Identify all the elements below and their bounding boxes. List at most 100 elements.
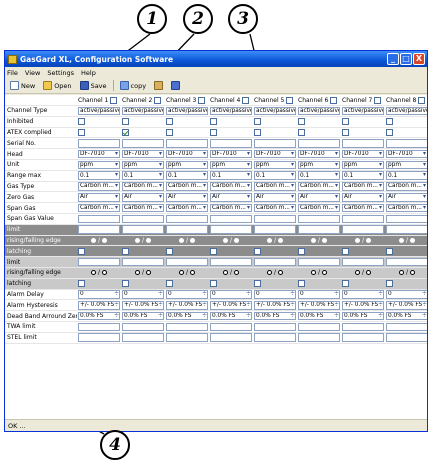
channel-enable-checkbox[interactable] bbox=[242, 96, 250, 104]
spin-field[interactable]: +/- 0.0% FS bbox=[122, 301, 164, 310]
spin-field[interactable]: 0.0% FS bbox=[254, 311, 296, 321]
text-field[interactable] bbox=[254, 225, 296, 234]
falling-radio[interactable] bbox=[234, 270, 240, 276]
falling-radio[interactable] bbox=[190, 270, 196, 276]
checkbox[interactable] bbox=[342, 118, 349, 126]
text-field[interactable] bbox=[166, 214, 208, 224]
text-field[interactable] bbox=[298, 333, 340, 342]
spin-field[interactable]: 0 bbox=[122, 290, 164, 299]
rising-radio[interactable] bbox=[222, 270, 228, 276]
text-field[interactable] bbox=[386, 322, 427, 332]
dropdown[interactable]: DF-7010 bbox=[298, 149, 340, 159]
falling-radio[interactable] bbox=[410, 270, 416, 276]
spin-field[interactable]: +/- 0.0% FS bbox=[166, 301, 208, 310]
spin-field[interactable]: 0.0% FS bbox=[122, 311, 164, 321]
rising-radio[interactable] bbox=[134, 237, 140, 243]
spin-field[interactable]: +/- 0.0% FS bbox=[254, 301, 296, 310]
checkbox[interactable] bbox=[78, 118, 85, 126]
spin-field[interactable]: 0.0% FS bbox=[78, 311, 120, 321]
text-field[interactable] bbox=[210, 139, 252, 148]
text-field[interactable] bbox=[78, 214, 120, 224]
text-field[interactable] bbox=[122, 322, 164, 332]
text-field[interactable] bbox=[210, 333, 252, 342]
text-field[interactable] bbox=[298, 322, 340, 332]
menu-help[interactable]: Help bbox=[81, 69, 96, 77]
checkbox[interactable] bbox=[386, 118, 393, 126]
spin-field[interactable]: +/- 0.0% FS bbox=[78, 301, 120, 310]
new-button[interactable]: New bbox=[8, 80, 37, 91]
checkbox[interactable] bbox=[386, 128, 393, 136]
minimize-button[interactable]: _ bbox=[387, 53, 399, 65]
dropdown[interactable]: Carbon m... bbox=[210, 203, 252, 213]
dropdown[interactable]: Carbon m... bbox=[254, 203, 296, 213]
checkbox[interactable] bbox=[254, 280, 261, 288]
checkbox[interactable] bbox=[342, 247, 349, 255]
dropdown[interactable]: Air bbox=[386, 193, 427, 202]
text-field[interactable]: active/passive bbox=[254, 106, 296, 116]
rising-radio[interactable] bbox=[222, 237, 228, 243]
text-field[interactable] bbox=[78, 257, 120, 267]
text-field[interactable] bbox=[386, 214, 427, 224]
spin-field[interactable]: 0 bbox=[166, 290, 208, 299]
dropdown[interactable]: ppm bbox=[166, 160, 208, 170]
text-field[interactable]: active/passive bbox=[386, 106, 427, 116]
falling-radio[interactable] bbox=[102, 270, 108, 276]
channel-enable-checkbox[interactable] bbox=[330, 96, 338, 104]
spin-field[interactable]: +/- 0.0% FS bbox=[298, 301, 340, 310]
dropdown[interactable]: Carbon m... bbox=[342, 182, 384, 191]
text-field[interactable] bbox=[298, 257, 340, 267]
dropdown[interactable]: DF-7010 bbox=[386, 149, 427, 159]
menu-file[interactable]: File bbox=[7, 69, 18, 77]
checkbox[interactable] bbox=[254, 247, 261, 255]
checkbox[interactable] bbox=[166, 118, 173, 126]
text-field[interactable] bbox=[254, 257, 296, 267]
rising-radio[interactable] bbox=[398, 237, 404, 243]
text-field[interactable] bbox=[254, 322, 296, 332]
text-field[interactable] bbox=[342, 322, 384, 332]
dropdown[interactable]: DF-7010 bbox=[122, 149, 164, 159]
checkbox[interactable] bbox=[254, 128, 261, 136]
text-field[interactable] bbox=[342, 333, 384, 342]
dropdown[interactable]: ppm bbox=[254, 160, 296, 170]
spin-field[interactable]: 0 bbox=[298, 290, 340, 299]
falling-radio[interactable] bbox=[190, 237, 196, 243]
text-field[interactable]: active/passive bbox=[298, 106, 340, 116]
dropdown[interactable]: ppm bbox=[210, 160, 252, 170]
text-field[interactable] bbox=[342, 225, 384, 234]
dropdown[interactable]: Carbon m... bbox=[386, 203, 427, 213]
text-field[interactable] bbox=[210, 322, 252, 332]
dropdown[interactable]: ppm bbox=[386, 160, 427, 170]
text-field[interactable] bbox=[386, 333, 427, 342]
channel-enable-checkbox[interactable] bbox=[374, 96, 382, 104]
dropdown[interactable]: Air bbox=[342, 193, 384, 202]
checkbox[interactable] bbox=[122, 118, 129, 126]
checkbox[interactable] bbox=[298, 280, 305, 288]
menu-settings[interactable]: Settings bbox=[47, 69, 74, 77]
dropdown[interactable]: Air bbox=[122, 193, 164, 202]
spin-field[interactable]: 0 bbox=[78, 290, 120, 299]
checkbox[interactable] bbox=[210, 280, 217, 288]
text-field[interactable] bbox=[386, 225, 427, 234]
dropdown[interactable]: ppm bbox=[342, 160, 384, 170]
falling-radio[interactable] bbox=[146, 237, 152, 243]
text-field[interactable]: active/passive bbox=[122, 106, 164, 116]
spin-field[interactable]: 0.0% FS bbox=[386, 311, 427, 321]
falling-radio[interactable] bbox=[366, 270, 372, 276]
dropdown[interactable]: ppm bbox=[298, 160, 340, 170]
dropdown[interactable]: Carbon m... bbox=[166, 203, 208, 213]
checkbox[interactable] bbox=[122, 128, 129, 136]
text-field[interactable] bbox=[122, 257, 164, 267]
text-field[interactable]: active/passive bbox=[78, 106, 120, 116]
text-field[interactable]: active/passive bbox=[166, 106, 208, 116]
checkbox[interactable] bbox=[298, 247, 305, 255]
checkbox[interactable] bbox=[298, 118, 305, 126]
dropdown[interactable]: Air bbox=[298, 193, 340, 202]
checkbox[interactable] bbox=[166, 128, 173, 136]
dropdown[interactable]: Carbon m... bbox=[122, 182, 164, 191]
dropdown[interactable]: DF-7010 bbox=[166, 149, 208, 159]
checkbox[interactable] bbox=[342, 280, 349, 288]
dropdown[interactable]: 0.1 bbox=[386, 171, 427, 180]
dropdown[interactable]: Carbon m... bbox=[78, 182, 120, 191]
text-field[interactable] bbox=[298, 139, 340, 148]
text-field[interactable] bbox=[78, 333, 120, 342]
